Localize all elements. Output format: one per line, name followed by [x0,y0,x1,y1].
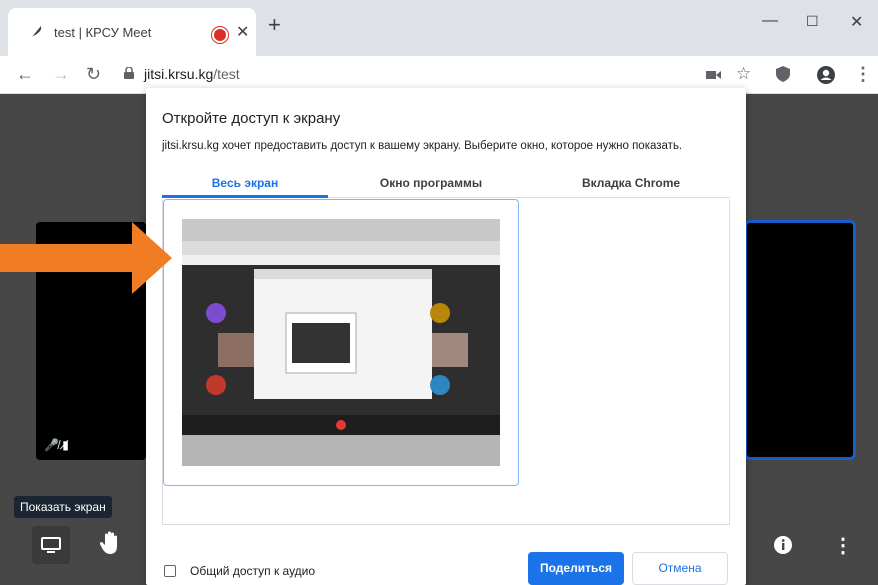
feather-favicon-icon [31,26,42,38]
url-field[interactable]: jitsi.krsu.kg/test [144,66,240,82]
forward-icon[interactable]: → [52,64,70,85]
raise-hand-button[interactable] [92,526,130,564]
extension-shield-icon[interactable] [776,66,790,82]
browser-titlebar: test | КРСУ Meet ✕ + — ☐ ✕ [0,0,878,56]
share-button[interactable]: Поделиться [528,552,624,585]
annotation-arrow-icon [0,222,172,294]
active-tab-indicator [162,195,328,198]
screen-icon [41,537,61,553]
camera-in-use-icon[interactable] [706,69,722,81]
share-screen-tooltip: Показать экран [14,496,112,518]
back-icon[interactable]: ← [16,64,34,85]
cancel-button[interactable]: Отмена [632,552,728,585]
screen-thumbnail-card[interactable] [163,199,519,486]
source-tabs: Весь экран Окно программы Вкладка Chrome [162,172,730,198]
bookmark-star-icon[interactable]: ☆ [736,64,751,84]
share-screen-button[interactable] [32,526,70,564]
new-tab-button[interactable]: + [268,14,281,36]
share-audio-checkbox[interactable] [164,565,176,577]
recording-indicator-icon [214,29,226,41]
tab-chrome-tab[interactable]: Вкладка Chrome [548,176,714,190]
source-pane [162,199,730,525]
window-close-icon[interactable]: ✕ [850,12,863,32]
url-domain: jitsi.krsu.kg [144,66,214,82]
dialog-title: Откройте доступ к экрану [162,110,341,127]
tab-application-window[interactable]: Окно программы [348,176,514,190]
screen-preview-image [182,219,500,466]
share-audio-label: Общий доступ к аудио [190,564,316,578]
participant-tile-active[interactable] [744,220,856,460]
url-path: /test [213,66,240,82]
dialog-footer: Общий доступ к аудио Поделиться Отмена [146,546,746,585]
more-vertical-icon: ⋮ [833,535,853,557]
tab-entire-screen[interactable]: Весь экран [162,176,328,190]
maximize-icon[interactable]: ☐ [806,13,819,30]
info-icon [774,536,792,554]
muted-mic-camera-icon: 🎤̸ ▮̸ [44,438,69,452]
tab-close-icon[interactable]: ✕ [236,22,249,42]
chrome-menu-icon[interactable]: ⋮ [854,64,872,85]
screen-thumbnail [182,219,500,466]
browser-tab[interactable]: test | КРСУ Meet ✕ [8,8,256,56]
info-button[interactable] [764,526,802,564]
minimize-icon[interactable]: — [762,12,778,30]
reload-icon[interactable]: ↻ [86,64,101,85]
lock-icon[interactable] [124,67,134,79]
dialog-subtitle: jitsi.krsu.kg хочет предоставить доступ … [162,140,683,152]
profile-icon[interactable] [816,65,836,85]
screen-share-dialog: Откройте доступ к экрану jitsi.krsu.kg х… [146,88,746,585]
more-options-button[interactable]: ⋮ [820,526,858,564]
tab-title: test | КРСУ Meet [54,25,152,40]
hand-icon [99,531,117,554]
